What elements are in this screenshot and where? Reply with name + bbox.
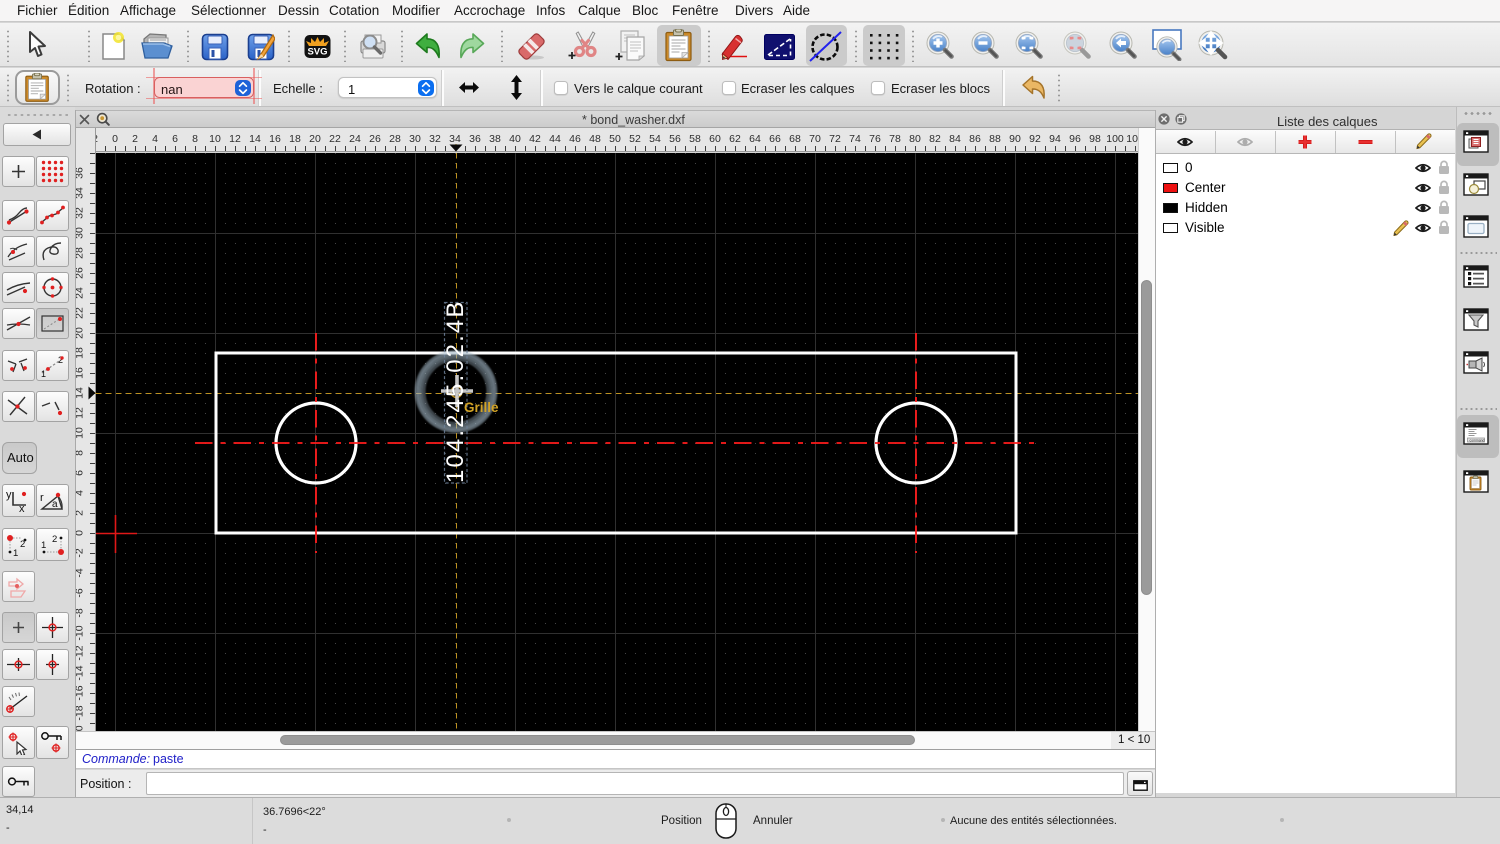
svg-text:Grille: Grille bbox=[464, 400, 499, 415]
svg-text:76: 76 bbox=[869, 133, 881, 145]
svg-text:46: 46 bbox=[569, 133, 581, 145]
svg-text:26: 26 bbox=[75, 267, 85, 279]
svg-text:18: 18 bbox=[75, 347, 85, 359]
svg-text:-2: -2 bbox=[75, 548, 85, 557]
svg-text:88: 88 bbox=[989, 133, 1001, 145]
svg-text:20: 20 bbox=[309, 133, 321, 145]
svg-text:80: 80 bbox=[909, 133, 921, 145]
svg-text:6: 6 bbox=[172, 133, 178, 145]
svg-text:24: 24 bbox=[349, 133, 361, 145]
svg-text:20: 20 bbox=[75, 327, 85, 339]
svg-text:72: 72 bbox=[829, 133, 841, 145]
svg-text:16: 16 bbox=[75, 367, 85, 379]
svg-text:0: 0 bbox=[75, 530, 85, 536]
svg-text:y: y bbox=[6, 489, 12, 501]
svg-text:28: 28 bbox=[389, 133, 401, 145]
svg-text:104.245.02.4B: 104.245.02.4B bbox=[442, 300, 469, 483]
svg-text:22: 22 bbox=[75, 307, 85, 319]
svg-text:22: 22 bbox=[329, 133, 341, 145]
svg-text:100: 100 bbox=[1106, 133, 1124, 145]
svg-text:36: 36 bbox=[469, 133, 481, 145]
svg-text:1: 1 bbox=[41, 369, 46, 378]
svg-text:-14: -14 bbox=[75, 665, 85, 680]
svg-text:10: 10 bbox=[209, 133, 221, 145]
svg-text:44: 44 bbox=[549, 133, 561, 145]
svg-text:90: 90 bbox=[1009, 133, 1021, 145]
svg-text:30: 30 bbox=[75, 227, 85, 239]
svg-text:8: 8 bbox=[75, 450, 85, 456]
svg-text:-6: -6 bbox=[75, 588, 85, 597]
svg-text:102: 102 bbox=[1126, 133, 1138, 145]
svg-text:4: 4 bbox=[75, 490, 85, 496]
svg-text:36: 36 bbox=[75, 167, 85, 179]
svg-text:48: 48 bbox=[589, 133, 601, 145]
svg-text:32: 32 bbox=[75, 207, 85, 219]
svg-text:12: 12 bbox=[229, 133, 241, 145]
svg-text:command: command bbox=[1470, 438, 1485, 442]
svg-text:14: 14 bbox=[75, 387, 85, 399]
svg-text:-16: -16 bbox=[75, 685, 85, 700]
svg-text:26: 26 bbox=[369, 133, 381, 145]
svg-text:40: 40 bbox=[509, 133, 521, 145]
svg-text:62: 62 bbox=[729, 133, 741, 145]
svg-text:30: 30 bbox=[409, 133, 421, 145]
svg-text:1: 1 bbox=[41, 540, 46, 551]
svg-text:-18: -18 bbox=[75, 705, 85, 720]
svg-text:2: 2 bbox=[20, 539, 25, 550]
svg-text:38: 38 bbox=[489, 133, 501, 145]
svg-text:28: 28 bbox=[75, 247, 85, 259]
svg-text:2: 2 bbox=[75, 510, 85, 516]
svg-text:56: 56 bbox=[669, 133, 681, 145]
svg-text:66: 66 bbox=[769, 133, 781, 145]
svg-text:1: 1 bbox=[13, 548, 18, 557]
svg-text:18: 18 bbox=[289, 133, 301, 145]
svg-text:82: 82 bbox=[929, 133, 941, 145]
svg-text:96: 96 bbox=[1069, 133, 1081, 145]
svg-text:64: 64 bbox=[749, 133, 761, 145]
svg-text:2: 2 bbox=[96, 133, 98, 145]
svg-text:34: 34 bbox=[449, 133, 461, 145]
svg-text:70: 70 bbox=[809, 133, 821, 145]
svg-text:98: 98 bbox=[1089, 133, 1101, 145]
svg-text:74: 74 bbox=[849, 133, 861, 145]
svg-text:42: 42 bbox=[529, 133, 541, 145]
svg-text:SVG: SVG bbox=[307, 47, 327, 58]
svg-text:60: 60 bbox=[709, 133, 721, 145]
svg-text:x: x bbox=[19, 503, 25, 513]
svg-text:12: 12 bbox=[75, 407, 85, 419]
svg-text:-8: -8 bbox=[75, 608, 85, 617]
svg-text:-12: -12 bbox=[75, 645, 85, 660]
svg-text:-10: -10 bbox=[75, 625, 85, 640]
svg-text:6: 6 bbox=[75, 470, 85, 476]
svg-text:52: 52 bbox=[629, 133, 641, 145]
svg-text:54: 54 bbox=[649, 133, 661, 145]
svg-text:92: 92 bbox=[1029, 133, 1041, 145]
svg-text:4: 4 bbox=[152, 133, 158, 145]
svg-text:58: 58 bbox=[689, 133, 701, 145]
svg-text:14: 14 bbox=[249, 133, 261, 145]
svg-text:0: 0 bbox=[112, 133, 118, 145]
svg-text:94: 94 bbox=[1049, 133, 1061, 145]
svg-text:68: 68 bbox=[789, 133, 801, 145]
svg-text:a: a bbox=[52, 499, 58, 510]
svg-text:24: 24 bbox=[75, 287, 85, 299]
svg-text:84: 84 bbox=[949, 133, 961, 145]
svg-text:-4: -4 bbox=[75, 568, 85, 577]
svg-text:50: 50 bbox=[609, 133, 621, 145]
svg-text:78: 78 bbox=[889, 133, 901, 145]
svg-text:10: 10 bbox=[75, 427, 85, 439]
svg-text:16: 16 bbox=[269, 133, 281, 145]
svg-text:2: 2 bbox=[52, 534, 57, 545]
svg-text:86: 86 bbox=[969, 133, 981, 145]
svg-text:34: 34 bbox=[75, 187, 85, 199]
svg-text:r: r bbox=[40, 492, 44, 504]
svg-text:8: 8 bbox=[192, 133, 198, 145]
svg-text:32: 32 bbox=[429, 133, 441, 145]
svg-text:2: 2 bbox=[132, 133, 138, 145]
